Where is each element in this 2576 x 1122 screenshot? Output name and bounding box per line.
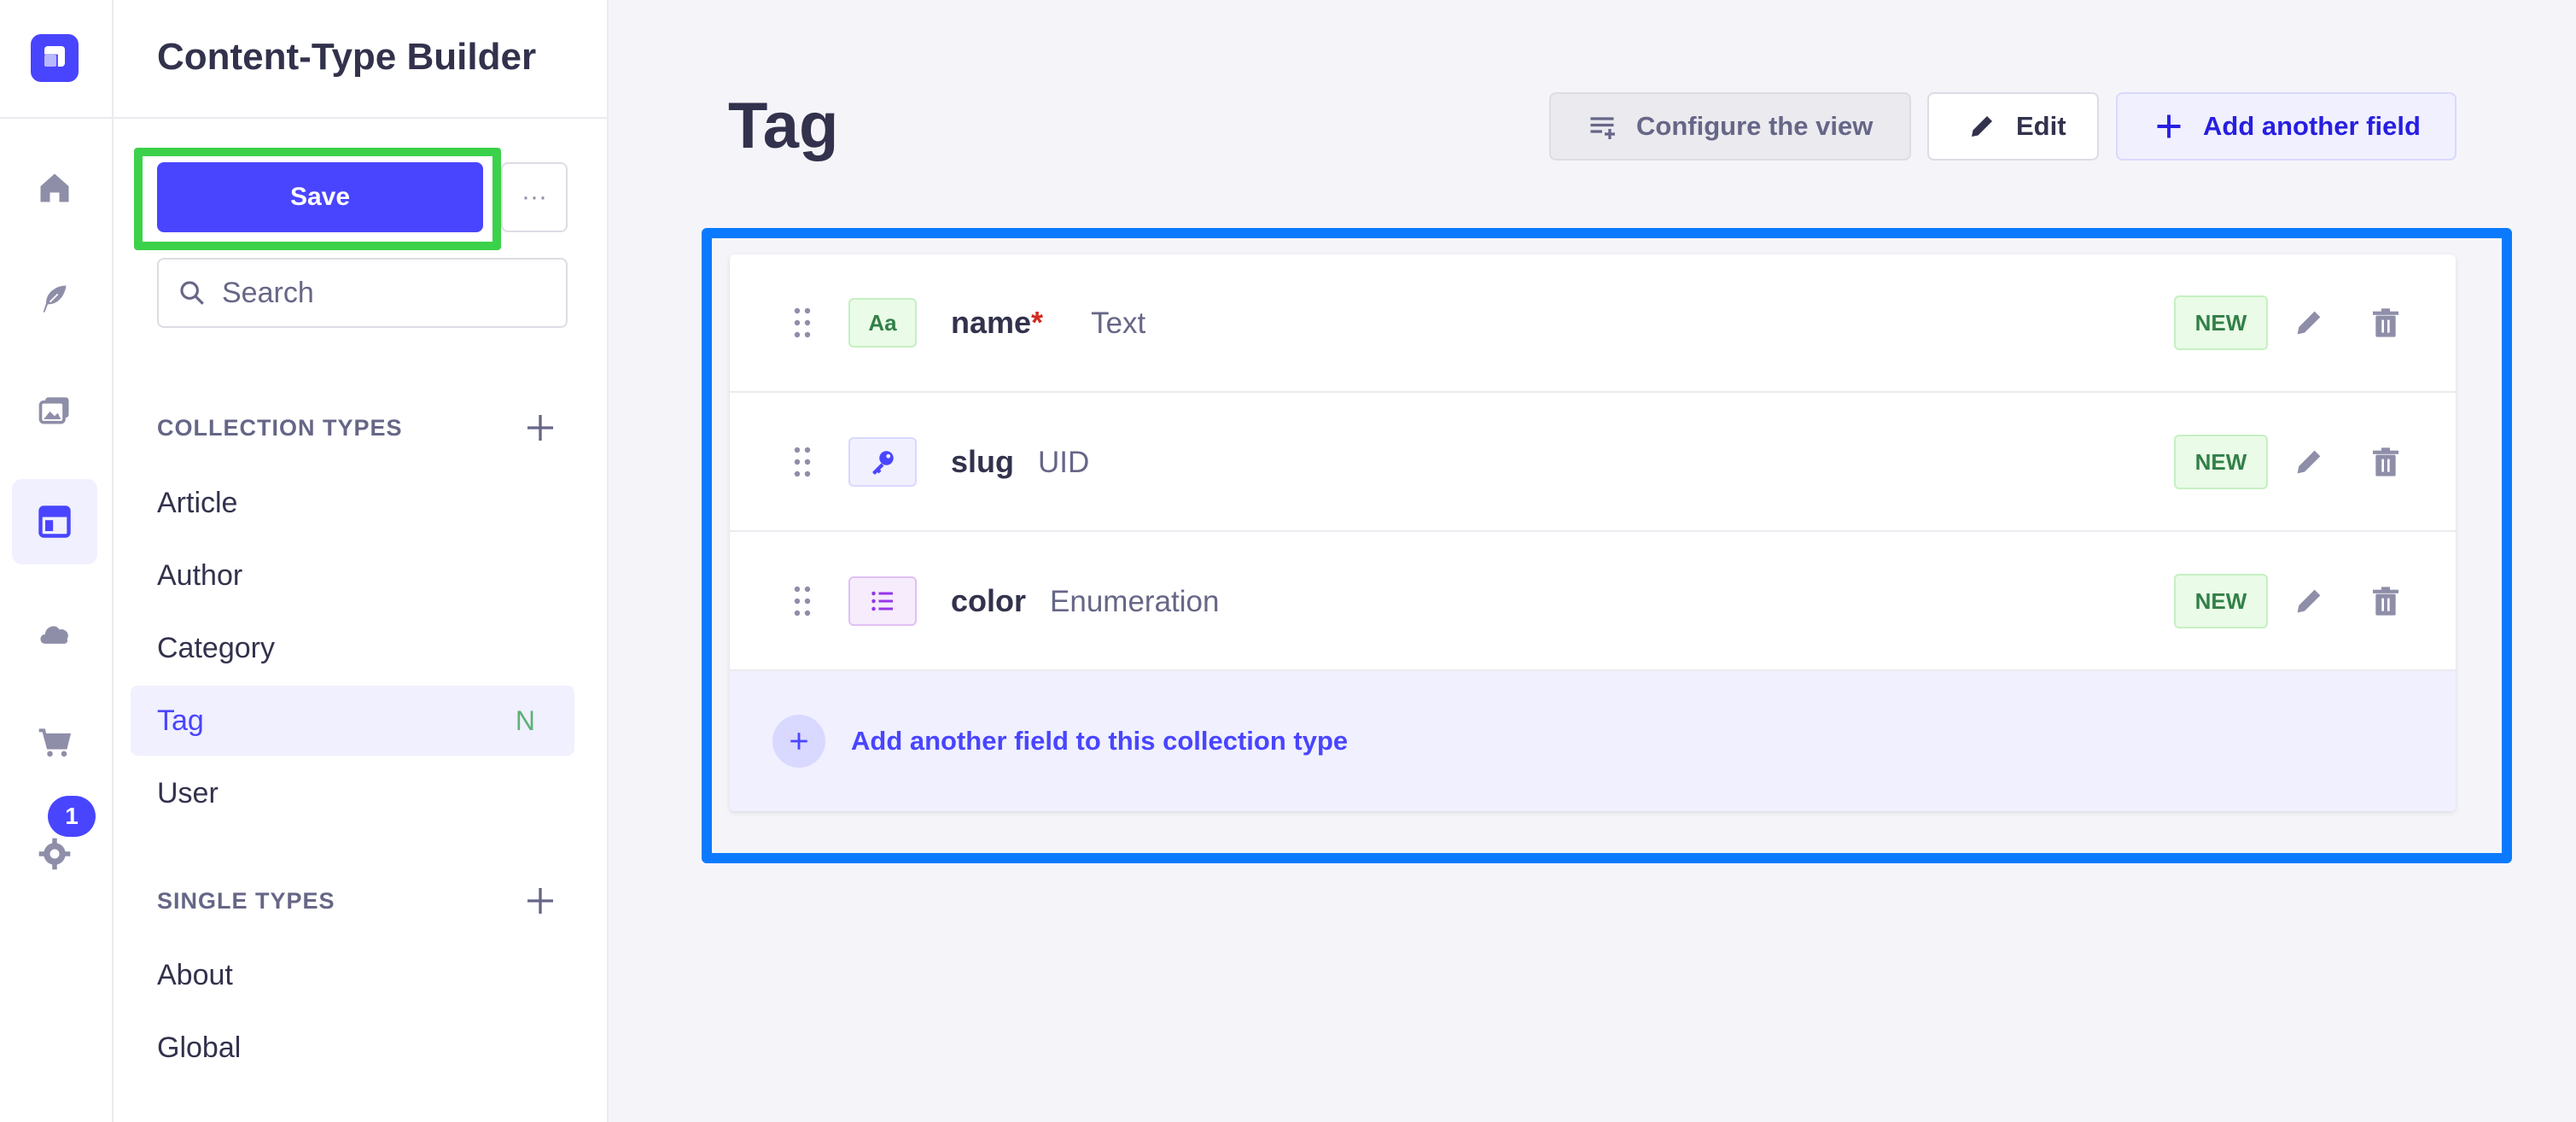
single-types-heading: SINGLE TYPES [157,888,335,914]
field-name-label: color [951,583,1027,618]
new-badge: NEW [2174,435,2268,489]
field-name-label: name [951,305,1032,340]
field-row-color: color Enumeration NEW [730,533,2456,671]
main-nav-rail: 1 [0,0,114,1122]
pencil-icon [1972,116,1992,137]
edit-field-pencil-icon[interactable] [2292,584,2326,618]
add-field-row[interactable]: Add another field to this collection typ… [730,671,2456,811]
sidebar-item-label: Global [157,1031,242,1064]
edit-button[interactable]: Edit [1927,92,2099,161]
sidebar-item-about[interactable]: About [131,940,574,1010]
sidebar-item-article[interactable]: Article [131,468,574,538]
key-icon [848,437,917,487]
sidebar-item-label: About [157,958,233,991]
sidebar-item-author[interactable]: Author [131,541,574,611]
sidebar-title: Content-Type Builder [157,36,537,78]
fields-list: Aa name* Text NEW slug UID NEW color Enumer… [730,254,2456,811]
media-library-icon[interactable] [12,367,97,453]
sidebar-item-label: Category [157,631,275,664]
configure-view-label: Configure the view [1636,111,1874,141]
search-input[interactable] [222,276,546,310]
plus-icon [2157,114,2181,138]
save-button[interactable]: Save [157,162,483,232]
field-type-label: Enumeration [1050,585,1220,618]
new-indicator-badge: N [515,704,535,736]
cloud-icon[interactable] [12,590,97,675]
sidebar-item-label: Article [157,486,238,519]
search-icon [180,281,204,305]
add-circle-plus-icon[interactable] [772,715,825,768]
configure-view-button[interactable]: Configure the view [1549,92,1911,161]
sidebar-item-global[interactable]: Global [131,1013,574,1083]
sidebar-item-category[interactable]: Category [131,613,574,683]
add-field-link[interactable]: Add another field to this collection typ… [851,726,1348,757]
delete-field-trash-icon[interactable] [2369,445,2403,479]
drag-handle-icon[interactable] [790,306,814,340]
list-settings-icon [1590,117,1615,139]
field-name-label: slug [951,444,1015,479]
drag-handle-icon[interactable] [790,584,814,618]
drag-handle-icon[interactable] [790,445,814,479]
page-title: Tag [728,90,839,162]
home-icon[interactable] [12,145,97,231]
list-icon [848,576,917,626]
rail-divider [0,117,114,119]
text-type-icon: Aa [848,298,917,348]
edit-field-pencil-icon[interactable] [2292,306,2326,340]
field-name: color Enumeration [951,583,1219,619]
field-row-name: Aa name* Text NEW [730,254,2456,393]
sidebar-item-label: User [157,776,219,809]
sidebar-divider [114,117,607,119]
sidebar-item-label: Tag [157,704,204,737]
search-field[interactable] [157,258,568,328]
field-type-label: Text [1091,307,1146,340]
edit-label: Edit [2016,111,2066,141]
sidebar-item-tag[interactable]: Tag N [131,686,574,756]
notification-badge: 1 [48,796,96,837]
cart-icon[interactable] [12,700,97,786]
edit-field-pencil-icon[interactable] [2292,445,2326,479]
delete-field-trash-icon[interactable] [2369,584,2403,618]
strapi-logo-icon[interactable] [31,34,79,82]
content-type-sidebar: Content-Type Builder Save ··· COLLECTION… [114,0,609,1122]
delete-field-trash-icon[interactable] [2369,306,2403,340]
field-name: slug UID [951,444,1089,480]
more-actions-button[interactable]: ··· [501,162,568,232]
feather-icon[interactable] [12,256,97,342]
add-single-type-plus-icon[interactable] [523,884,557,918]
field-type-label: UID [1038,446,1090,479]
sidebar-item-user[interactable]: User [131,758,574,828]
sidebar-item-label: Author [157,558,243,592]
field-name: name* Text [951,305,1145,341]
required-marker: * [1031,305,1044,340]
add-another-field-label: Add another field [2203,111,2421,141]
layout-icon[interactable] [12,479,97,564]
add-collection-type-plus-icon[interactable] [523,411,557,445]
add-another-field-button[interactable]: Add another field [2116,92,2457,161]
new-badge: NEW [2174,574,2268,628]
new-badge: NEW [2174,295,2268,350]
field-row-slug: slug UID NEW [730,394,2456,532]
collection-types-heading: COLLECTION TYPES [157,415,403,441]
